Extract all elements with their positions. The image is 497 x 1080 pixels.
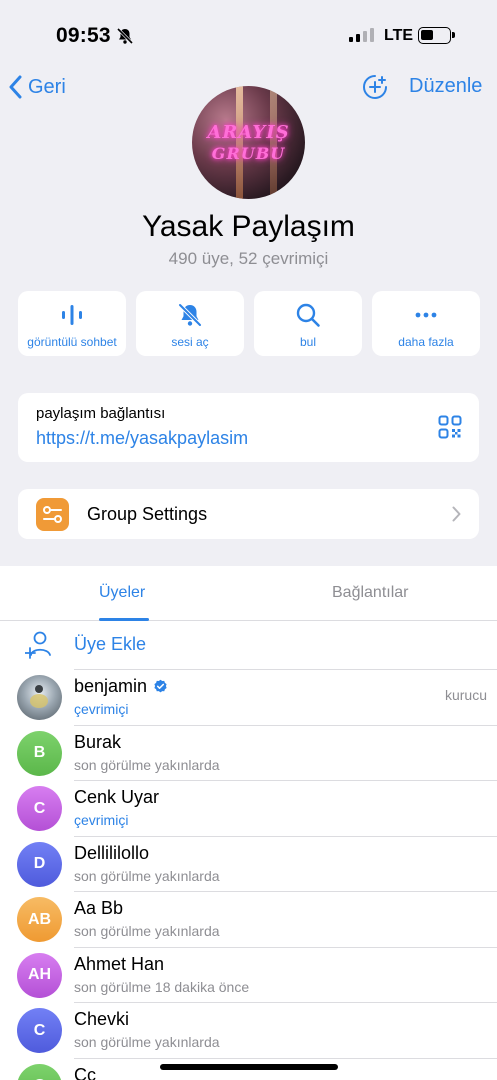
search-label: bul [299, 335, 316, 349]
group-member-count: 490 üye, 52 çevrimiçi [168, 249, 329, 268]
group-settings-label: Group Settings [87, 504, 208, 524]
member-name: benjamin [74, 676, 168, 697]
members-section: Üyeler Bağlantılar Üye Ekle benjamin çev… [0, 566, 497, 1080]
avatar [17, 675, 62, 720]
member-role: kurucu [444, 687, 487, 703]
invite-link-title: paylaşım bağlantısı [36, 405, 166, 422]
member-row[interactable]: AH Ahmet Han son görülme 18 dakika önce [0, 946, 497, 1003]
avatar: C [17, 1063, 62, 1080]
member-status: çevrimiçi [74, 812, 129, 828]
battery-icon [418, 27, 455, 44]
member-status: son görülme yakınlarda [74, 1034, 220, 1050]
bell-slash-icon [116, 27, 134, 45]
member-row[interactable]: D Dellililollo son görülme yakınlarda [0, 835, 497, 892]
sliders-icon [36, 498, 69, 531]
add-member-label: Üye Ekle [74, 634, 147, 654]
avatar: D [17, 841, 62, 887]
edit-button[interactable]: Düzenle [409, 75, 482, 98]
status-time: 09:53 [56, 24, 111, 47]
invite-link-url[interactable]: https://t.me/yasakpaylasim [36, 428, 248, 449]
member-name: Cc [74, 1064, 96, 1080]
invite-link-card[interactable]: paylaşım bağlantısı https://t.me/yasakpa… [18, 393, 479, 462]
chevron-left-icon [9, 75, 22, 99]
avatar: B [17, 730, 62, 776]
more-label: daha fazla [398, 335, 454, 349]
voice-chat-icon [62, 305, 82, 325]
member-name: Burak [74, 731, 122, 752]
avatar-neon-text-1: ARAYIŞ [207, 122, 290, 143]
network-type: LTE [384, 27, 414, 44]
chevron-right-icon [452, 506, 461, 522]
tab-members[interactable]: Üyeler [99, 584, 145, 602]
plus-circle-icon[interactable] [362, 74, 388, 100]
home-indicator [160, 1064, 338, 1070]
qr-code-icon[interactable] [438, 415, 462, 439]
avatar: AH [17, 952, 62, 998]
member-row[interactable]: AB Aa Bb son görülme yakınlarda [0, 891, 497, 947]
member-name: Cenk Uyar [74, 787, 160, 807]
bell-slash-icon [178, 303, 202, 327]
member-row[interactable]: C Cenk Uyar çevrimiçi [0, 780, 497, 836]
member-status: son görülme yakınlarda [74, 756, 220, 773]
avatar: C [17, 1008, 62, 1053]
action-buttons: görüntülü sohbet sesi aç bul daha fazla [18, 291, 480, 356]
group-avatar[interactable]: ARAYIŞ GRUBU [192, 86, 305, 199]
avatar: AB [17, 897, 62, 942]
more-icon [415, 312, 437, 318]
members-tabs: Üyeler Bağlantılar [0, 566, 497, 621]
member-row[interactable]: benjamin çevrimiçi kurucu [0, 669, 497, 725]
member-name: Ahmet Han [74, 953, 165, 974]
member-status: son görülme yakınlarda [74, 923, 220, 939]
member-row[interactable]: C Chevki son görülme yakınlarda [0, 1002, 497, 1058]
back-button[interactable]: Geri [8, 72, 66, 102]
tab-links[interactable]: Bağlantılar [332, 584, 409, 602]
member-row[interactable]: B Burak son görülme yakınlarda [0, 724, 497, 781]
group-settings-row[interactable]: Group Settings [18, 489, 479, 539]
signal-bars-icon [349, 28, 374, 42]
more-button[interactable]: daha fazla [372, 291, 480, 356]
back-label: Geri [28, 75, 66, 98]
add-person-icon [25, 631, 51, 659]
search-button[interactable]: bul [254, 291, 362, 356]
member-name: Chevki [74, 1009, 130, 1029]
verified-badge-icon [154, 679, 167, 693]
member-status: son görülme yakınlarda [74, 867, 220, 884]
unmute-label: sesi aç [171, 335, 209, 349]
status-bar: 09:53 LTE [0, 0, 497, 70]
group-title: Yasak Paylaşım [142, 210, 355, 243]
unmute-button[interactable]: sesi aç [136, 291, 244, 356]
member-status: çevrimiçi [74, 701, 129, 717]
voice-chat-button[interactable]: görüntülü sohbet [18, 291, 126, 356]
avatar: C [17, 786, 62, 831]
member-status: son görülme 18 dakika önce [74, 978, 250, 995]
member-name: Dellililollo [74, 842, 150, 863]
search-icon [296, 303, 320, 327]
voice-chat-label: görüntülü sohbet [27, 335, 117, 349]
add-member-button[interactable]: Üye Ekle [0, 621, 497, 669]
avatar-neon-text-2: GRUBU [211, 144, 286, 163]
member-name: Aa Bb [74, 898, 124, 918]
